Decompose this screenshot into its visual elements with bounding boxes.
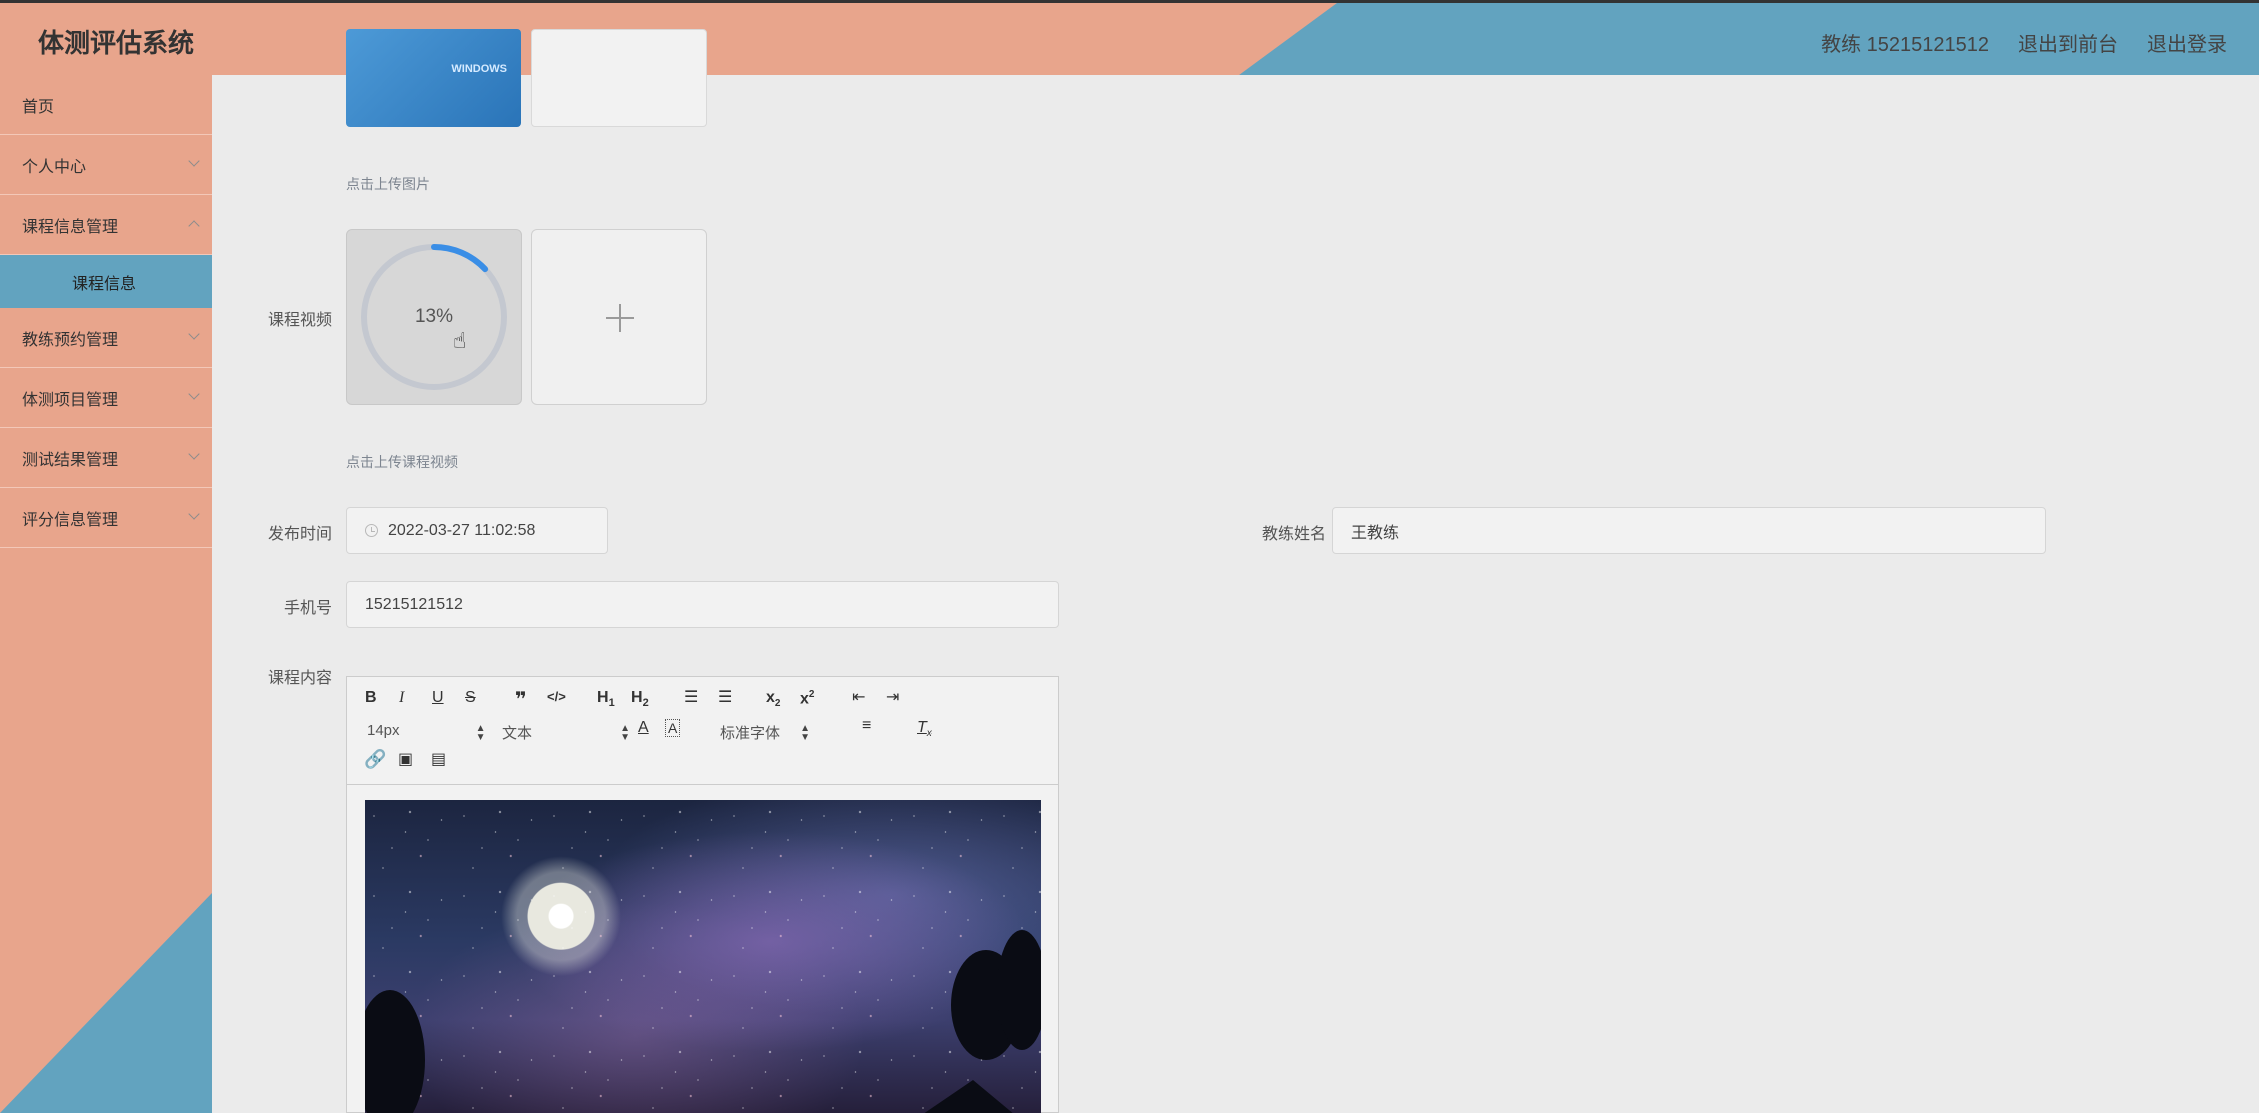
video-upload-progress: 13% ☝: [346, 229, 522, 405]
chevron-down-icon: [188, 508, 200, 520]
top-header: 体测评估系统 教练 15215121512 退出到前台 退出登录: [0, 0, 2259, 75]
header2-button[interactable]: H2: [631, 689, 649, 709]
code-block-icon[interactable]: </>: [547, 689, 566, 704]
select-arrows-icon: ▲ ▼: [475, 723, 486, 743]
outdent-icon[interactable]: ⇤: [852, 687, 865, 707]
sidebar-item-test-items[interactable]: 体测项目管理: [0, 368, 212, 428]
editor-content-image: [365, 800, 1041, 1113]
chevron-down-icon: [188, 328, 200, 340]
publish-time-value: 2022-03-27 11:02:58: [388, 521, 536, 539]
subscript-button[interactable]: x2: [766, 689, 780, 709]
align-icon[interactable]: ≡: [862, 717, 871, 735]
font-color-icon[interactable]: A: [638, 719, 649, 737]
sidebar-item-score-management[interactable]: 评分信息管理: [0, 488, 212, 548]
back-to-front-link[interactable]: 退出到前台: [2018, 28, 2118, 57]
logout-link[interactable]: 退出登录: [2147, 28, 2227, 57]
stars-texture: [365, 800, 1041, 1113]
background-color-icon[interactable]: A: [665, 719, 681, 737]
video-icon[interactable]: ▤: [431, 749, 446, 769]
coach-name-label: 教练姓名: [1261, 526, 1326, 543]
rich-text-editor: B I U S ❞ </> H1 H2 ☰ ☰ x2 x2 ⇤ ⇥ 14px ▲ ▼…: [346, 676, 1059, 1113]
clock-icon: [365, 524, 378, 537]
sidebar-item-label: 个人中心: [22, 158, 87, 176]
content-label: 课程内容: [267, 670, 332, 687]
main-content: WINDOWS 点击上传图片 课程视频 13% ☝ 点击上传课程视频 发布时间 …: [212, 29, 2259, 1113]
sidebar-item-test-results[interactable]: 测试结果管理: [0, 428, 212, 488]
sidebar-item-label: 首页: [22, 98, 55, 116]
hand-cursor-icon: ☝: [453, 328, 467, 353]
chevron-down-icon: [188, 448, 200, 460]
uploaded-image-thumbnail[interactable]: WINDOWS: [346, 29, 521, 127]
image-upload-hint: 点击上传图片: [346, 176, 430, 192]
current-user-label: 教练 15215121512: [1821, 34, 1989, 56]
video-upload-hint: 点击上传课程视频: [346, 454, 458, 470]
sidebar: 首页 个人中心 课程信息管理 课程信息 教练预约管理 体测项目管理 测试结果管理…: [0, 75, 212, 1113]
chevron-up-icon: [188, 220, 200, 232]
bullet-list-icon[interactable]: ☰: [718, 687, 732, 707]
sidebar-item-course-management[interactable]: 课程信息管理: [0, 195, 212, 255]
video-label: 课程视频: [267, 312, 332, 329]
sidebar-item-label: 教练预约管理: [22, 331, 119, 349]
coach-name-value: 王教练: [1351, 524, 1400, 542]
block-type-select[interactable]: 文本 ▲ ▼: [502, 722, 630, 743]
thumbnail-text: WINDOWS: [451, 63, 507, 75]
phone-label: 手机号: [283, 600, 332, 617]
image-icon[interactable]: ▣: [398, 749, 413, 769]
sidebar-item-booking-management[interactable]: 教练预约管理: [0, 308, 212, 368]
blockquote-icon[interactable]: ❞: [515, 687, 527, 712]
select-arrows-icon: ▲ ▼: [800, 723, 811, 743]
sidebar-item-personal-center[interactable]: 个人中心: [0, 135, 212, 195]
coach-name-field[interactable]: 王教练: [1332, 507, 2046, 554]
publish-time-field[interactable]: 2022-03-27 11:02:58: [346, 507, 608, 554]
tree-silhouette: [997, 930, 1041, 1050]
ordered-list-icon[interactable]: ☰: [684, 687, 698, 707]
underline-button[interactable]: U: [432, 689, 444, 707]
font-family-select[interactable]: 标准字体 ▲ ▼: [720, 722, 810, 743]
sidebar-corner-decoration: [0, 893, 212, 1113]
app-title: 体测评估系统: [38, 28, 195, 58]
header1-button[interactable]: H1: [597, 689, 615, 709]
sidebar-item-label: 课程信息管理: [22, 218, 119, 236]
sidebar-item-label: 体测项目管理: [22, 391, 119, 409]
bold-button[interactable]: B: [365, 689, 377, 707]
strike-button[interactable]: S: [465, 689, 476, 707]
superscript-button[interactable]: x2: [800, 689, 814, 708]
sidebar-item-label: 评分信息管理: [22, 511, 119, 529]
header-actions: 教练 15215121512 退出到前台 退出登录: [1821, 28, 2227, 57]
sidebar-subitem-course-info[interactable]: 课程信息: [0, 255, 212, 308]
phone-value: 15215121512: [365, 595, 463, 613]
italic-button[interactable]: I: [399, 689, 404, 707]
sidebar-item-home[interactable]: 首页: [0, 75, 212, 135]
link-icon[interactable]: 🔗: [364, 749, 386, 770]
progress-percentage: 13%: [414, 306, 454, 327]
publish-time-label: 发布时间: [267, 526, 332, 543]
add-video-button[interactable]: [531, 229, 707, 405]
phone-field[interactable]: 15215121512: [346, 581, 1059, 628]
chevron-down-icon: [188, 388, 200, 400]
sidebar-item-label: 测试结果管理: [22, 451, 119, 469]
select-arrows-icon: ▲ ▼: [620, 723, 631, 743]
editor-toolbar: B I U S ❞ </> H1 H2 ☰ ☰ x2 x2 ⇤ ⇥ 14px ▲ ▼…: [347, 677, 1058, 785]
image-upload-slot[interactable]: [531, 29, 707, 127]
indent-icon[interactable]: ⇥: [886, 687, 899, 707]
chevron-down-icon: [188, 155, 200, 167]
clear-format-icon[interactable]: Tx: [917, 719, 932, 739]
font-size-select[interactable]: 14px ▲ ▼: [367, 722, 486, 743]
